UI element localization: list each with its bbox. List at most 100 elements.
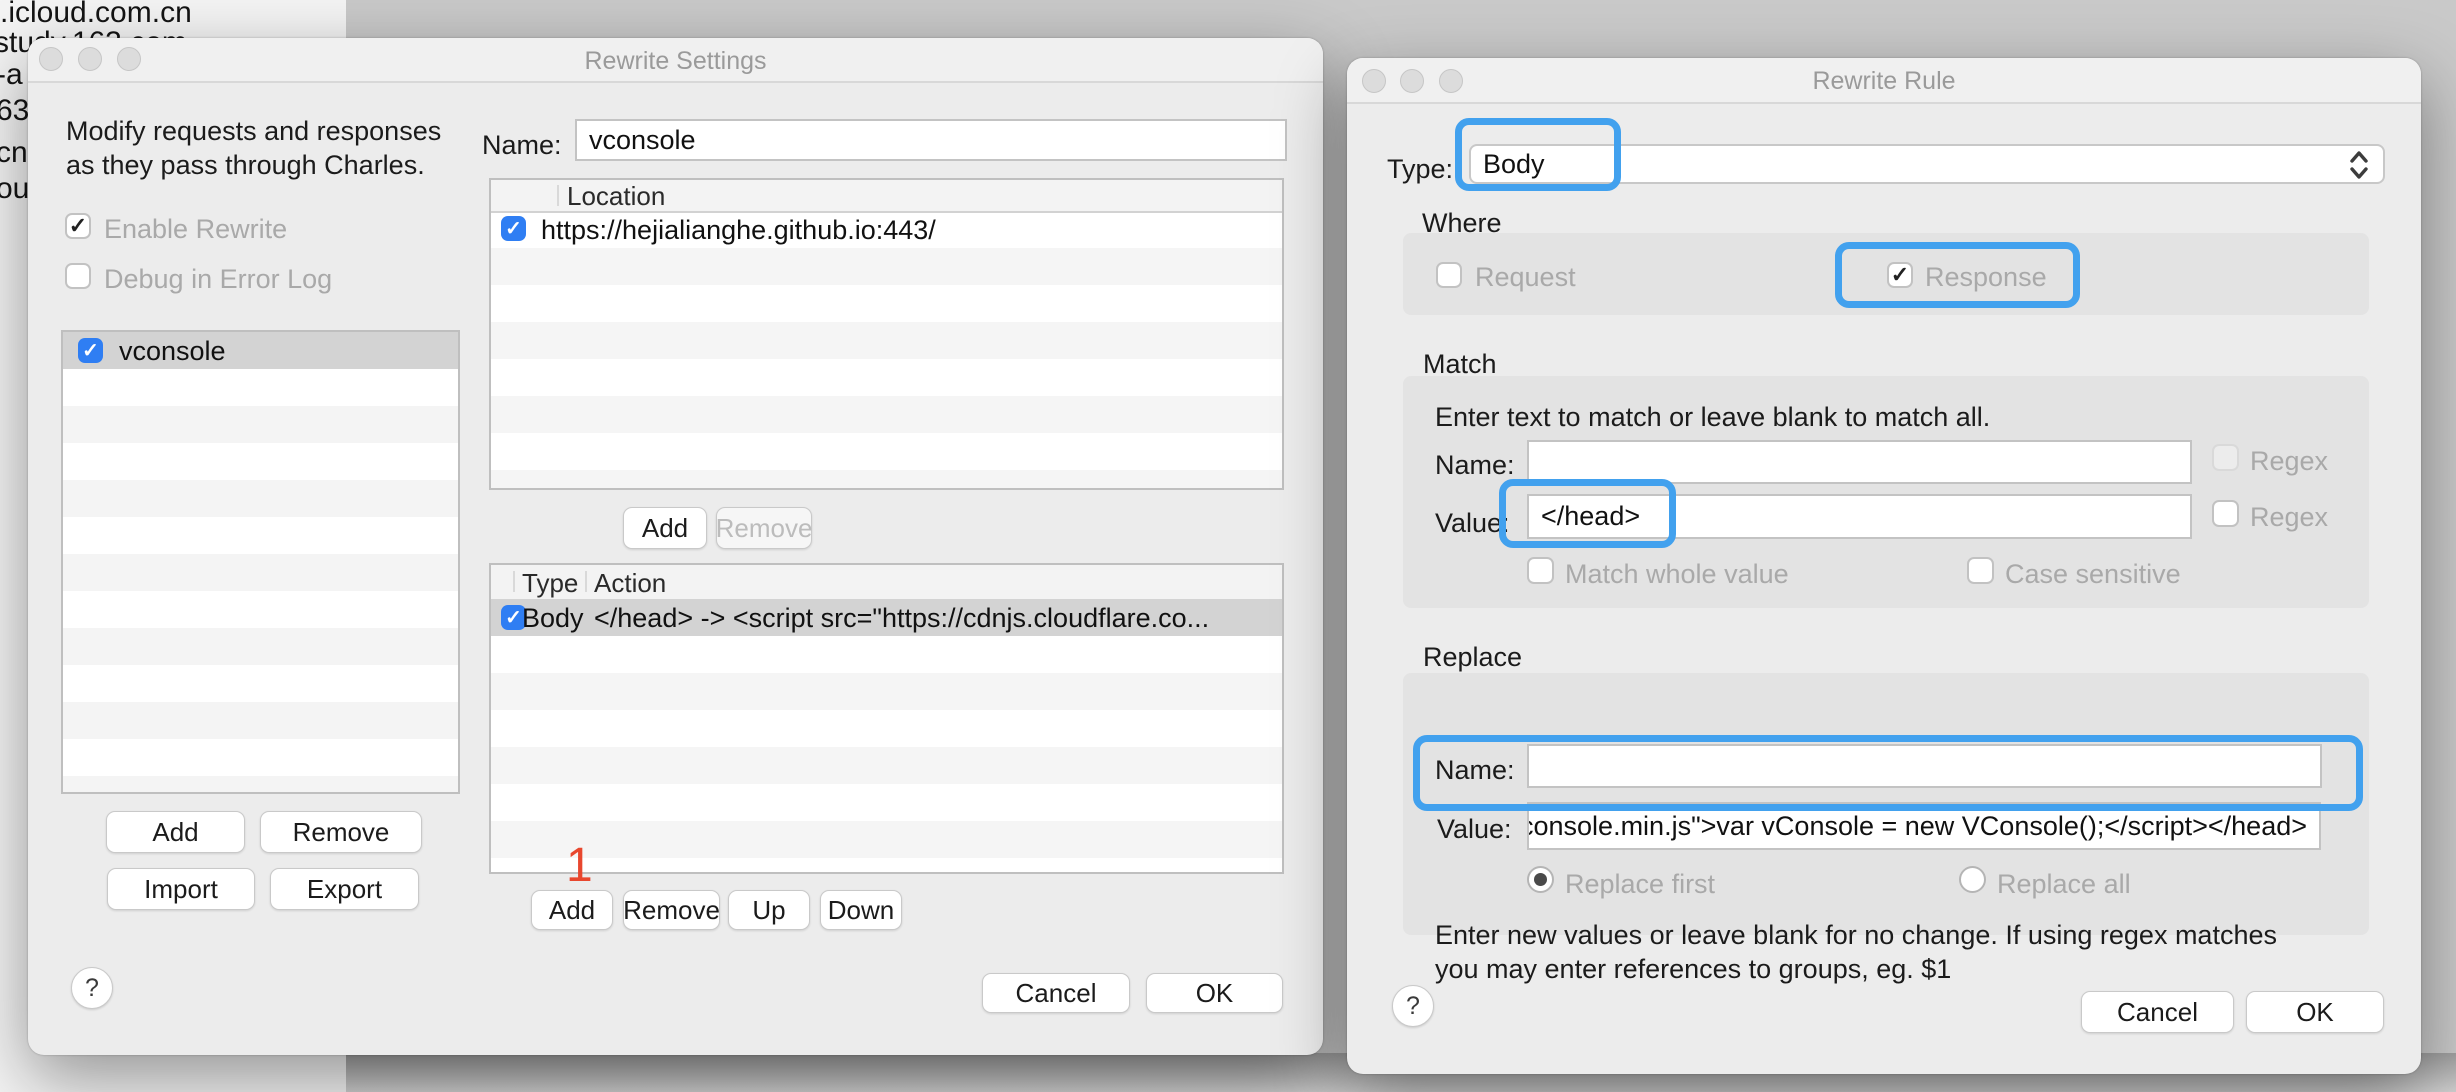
actions-table-stripes — [491, 599, 1282, 872]
rewrite-rule-dialog: Rewrite Rule Type: Body Where Request Re… — [1347, 58, 2421, 1074]
column-separator — [585, 571, 587, 592]
help-icon: ? — [1406, 992, 1420, 1021]
type-column-header: Type — [522, 568, 578, 599]
type-select[interactable]: Body — [1469, 144, 2385, 184]
replace-first-radio[interactable] — [1527, 866, 1554, 893]
replace-hint-line-1: Enter new values or leave blank for no c… — [1435, 920, 2277, 951]
action-type: Body — [522, 603, 584, 634]
rewrite-actions-table[interactable]: Type Action Body </head> -> <script src=… — [489, 563, 1284, 874]
column-separator — [557, 185, 559, 206]
ok-label: OK — [2296, 997, 2334, 1028]
location-table[interactable]: Location https://hejialianghe.github.io:… — [489, 178, 1284, 490]
add-action-label: Add — [549, 895, 595, 926]
background-text-fragment: cn — [0, 136, 28, 170]
down-label: Down — [828, 895, 894, 926]
ok-button[interactable]: OK — [2246, 991, 2384, 1033]
select-stepper-icon — [2347, 149, 2371, 181]
up-button[interactable]: Up — [728, 890, 810, 930]
background-text-fragment: ou — [0, 172, 29, 206]
replace-value-value: console.min.js">var vConsole = new VCons… — [1527, 811, 2307, 842]
ok-button[interactable]: OK — [1146, 973, 1283, 1013]
rule-name: vconsole — [119, 336, 226, 367]
up-label: Up — [752, 895, 785, 926]
table-row[interactable]: Body </head> -> <script src="https://cdn… — [491, 599, 1282, 636]
remove-rule-set-label: Remove — [293, 817, 390, 848]
table-row[interactable]: https://hejialianghe.github.io:443/ — [491, 211, 1282, 248]
remove-rule-set-button[interactable]: Remove — [260, 811, 422, 853]
request-checkbox[interactable] — [1436, 262, 1462, 288]
replace-value-input[interactable]: console.min.js">var vConsole = new VCons… — [1527, 802, 2321, 850]
match-name-label: Name: — [1435, 450, 1515, 481]
cancel-label: Cancel — [1016, 978, 1097, 1009]
response-label: Response — [1925, 262, 2047, 293]
location-enabled-checkbox[interactable] — [501, 216, 526, 241]
remove-action-button[interactable]: Remove — [623, 890, 720, 930]
case-sensitive-label: Case sensitive — [2005, 559, 2181, 590]
rewrite-settings-dialog: Rewrite Settings Modify requests and res… — [28, 38, 1323, 1055]
cancel-button[interactable]: Cancel — [2081, 991, 2234, 1033]
description-line-1: Modify requests and responses — [66, 116, 441, 147]
cancel-button[interactable]: Cancel — [982, 973, 1130, 1013]
match-value-regex-checkbox[interactable] — [2212, 500, 2239, 527]
match-value-regex-label: Regex — [2250, 502, 2328, 533]
location-url: https://hejialianghe.github.io:443/ — [541, 215, 936, 246]
replace-first-label: Replace first — [1565, 869, 1715, 900]
import-button[interactable]: Import — [107, 868, 255, 910]
export-button[interactable]: Export — [270, 868, 419, 910]
match-name-regex-checkbox[interactable] — [2212, 444, 2239, 471]
match-name-input[interactable] — [1527, 440, 2192, 484]
replace-section-label: Replace — [1423, 642, 1522, 673]
rule-name-input[interactable]: vconsole — [575, 119, 1287, 161]
rewrite-rule-titlebar: Rewrite Rule — [1347, 58, 2421, 104]
location-column-header: Location — [567, 181, 665, 212]
background-text-fragment: -a — [0, 58, 23, 92]
rule-enabled-checkbox[interactable] — [78, 338, 103, 363]
request-label: Request — [1475, 262, 1576, 293]
name-label: Name: — [482, 130, 562, 161]
background-text-fragment: 63 — [0, 94, 29, 128]
replace-hint-line-2: you may enter references to groups, eg. … — [1435, 954, 1951, 985]
dialog-title: Rewrite Rule — [1347, 67, 2421, 96]
replace-name-input[interactable] — [1527, 744, 2322, 788]
rules-list-stripes — [63, 332, 458, 792]
remove-location-button[interactable]: Remove — [716, 507, 812, 549]
replace-all-label: Replace all — [1997, 869, 2131, 900]
rule-name-value: vconsole — [589, 125, 696, 156]
where-panel: Request Response — [1403, 233, 2369, 315]
replace-value-label: Value: — [1437, 814, 1512, 845]
add-rule-set-label: Add — [152, 817, 198, 848]
rewrite-settings-titlebar: Rewrite Settings — [28, 38, 1323, 83]
remove-location-label: Remove — [716, 513, 813, 544]
rewrite-rules-list[interactable]: vconsole — [61, 330, 460, 794]
annotation-step-1: 1 — [566, 838, 593, 893]
cancel-label: Cancel — [2117, 997, 2198, 1028]
case-sensitive-checkbox[interactable] — [1967, 557, 1994, 584]
match-value-input[interactable]: </head> — [1527, 494, 2192, 539]
help-button[interactable]: ? — [71, 967, 113, 1009]
add-location-button[interactable]: Add — [623, 507, 707, 549]
match-hint: Enter text to match or leave blank to ma… — [1435, 402, 1990, 433]
response-checkbox[interactable] — [1887, 262, 1913, 288]
location-table-stripes — [491, 211, 1282, 488]
ok-label: OK — [1196, 978, 1234, 1009]
replace-name-label: Name: — [1435, 755, 1515, 786]
add-action-button[interactable]: Add — [531, 890, 613, 930]
list-item[interactable]: vconsole — [63, 332, 458, 369]
help-button[interactable]: ? — [1392, 985, 1434, 1027]
import-label: Import — [144, 874, 218, 905]
export-label: Export — [307, 874, 382, 905]
replace-all-radio[interactable] — [1959, 866, 1986, 893]
match-whole-value-checkbox[interactable] — [1527, 557, 1554, 584]
dialog-title: Rewrite Settings — [28, 47, 1323, 76]
description-line-2: as they pass through Charles. — [66, 150, 425, 181]
match-value-value: </head> — [1541, 501, 1640, 532]
enable-rewrite-label: Enable Rewrite — [104, 214, 287, 245]
type-select-value: Body — [1483, 149, 1545, 180]
add-rule-set-button[interactable]: Add — [106, 811, 245, 853]
debug-error-log-checkbox[interactable] — [65, 263, 91, 289]
match-panel: Enter text to match or leave blank to ma… — [1403, 376, 2369, 608]
match-whole-value-label: Match whole value — [1565, 559, 1789, 590]
enable-rewrite-checkbox[interactable] — [65, 213, 91, 239]
down-button[interactable]: Down — [820, 890, 902, 930]
remove-action-label: Remove — [623, 895, 720, 926]
